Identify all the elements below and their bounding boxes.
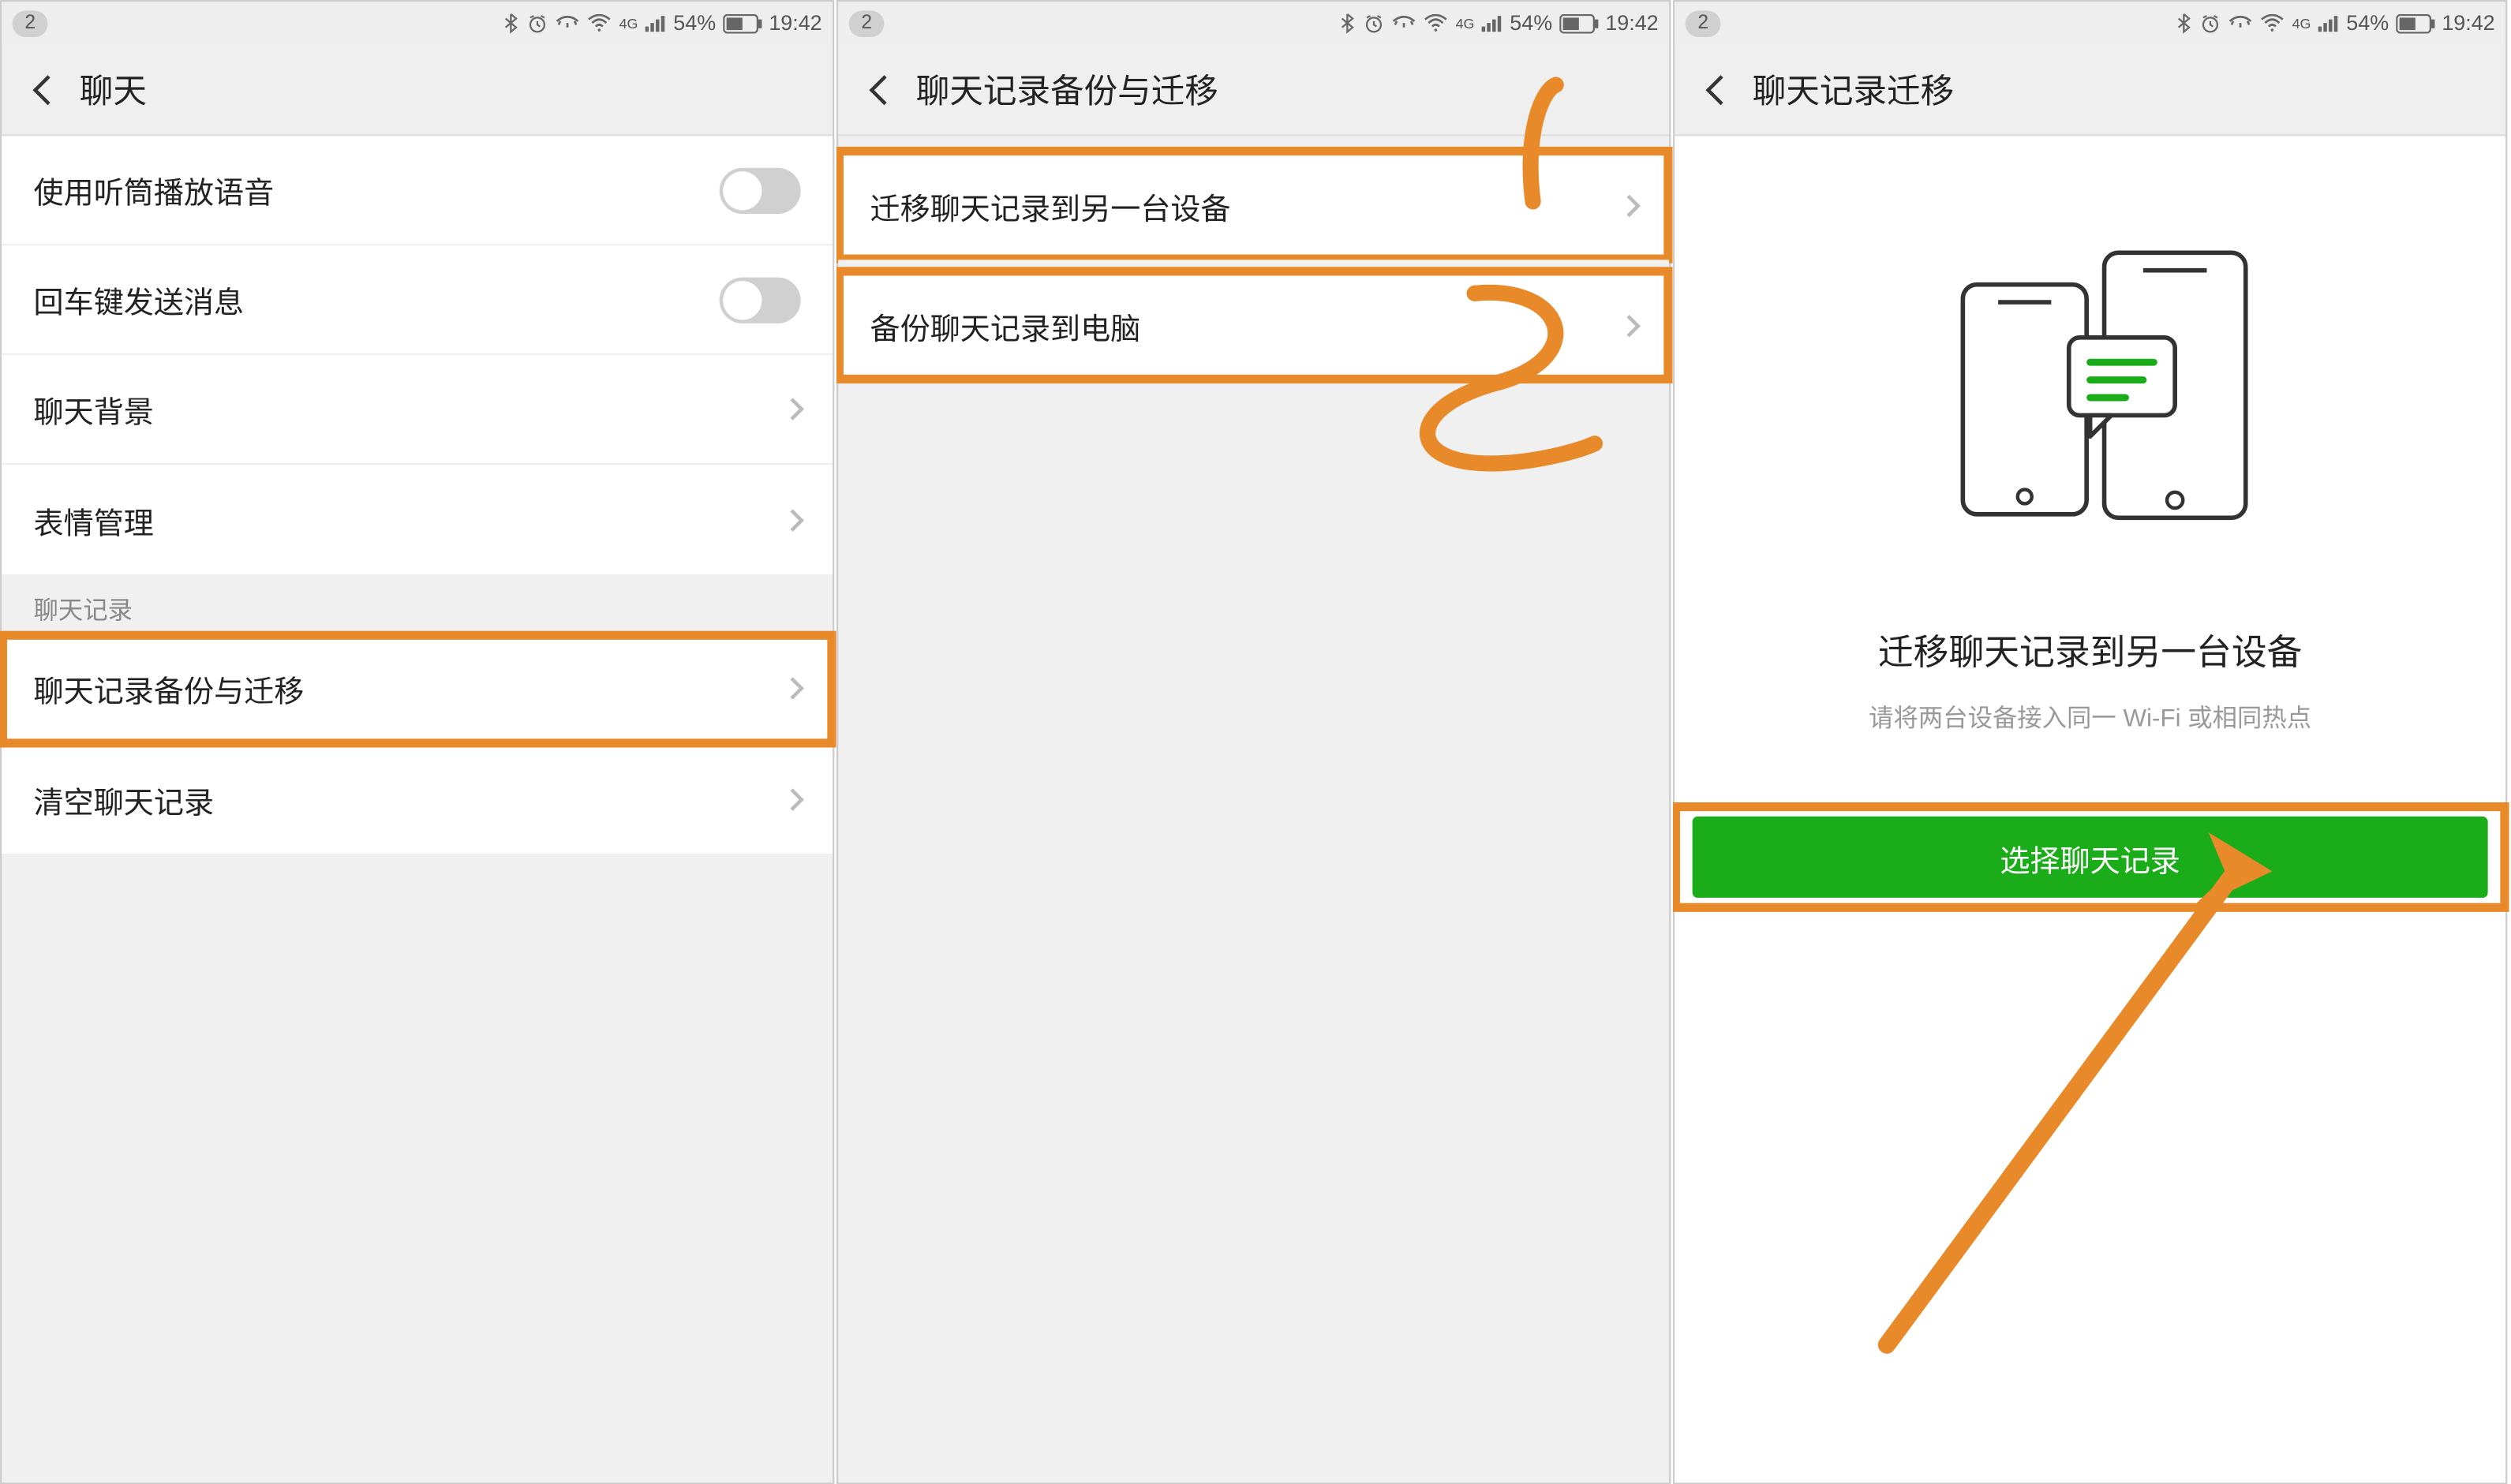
row-label: 聊天记录备份与迁移	[34, 666, 305, 710]
status-bar: 2 4G 54% 19:42	[1675, 2, 2505, 44]
row-label: 表情管理	[34, 498, 154, 542]
section-header-chat-history: 聊天记录	[2, 574, 833, 634]
row-backup-to-pc[interactable]: 备份聊天记录到电脑	[838, 271, 1669, 380]
page-title: 聊天	[80, 65, 147, 113]
battery-percent: 54%	[1510, 10, 1552, 35]
migrate-heading: 迁移聊天记录到另一台设备	[1878, 624, 2303, 675]
eye-care-icon	[1392, 14, 1416, 32]
row-label: 回车键发送消息	[34, 278, 245, 322]
battery-icon	[1559, 13, 1598, 33]
chevron-right-icon	[781, 508, 804, 531]
page-title: 聊天记录备份与迁移	[916, 65, 1218, 113]
back-button[interactable]	[1689, 54, 1753, 125]
row-clear-history[interactable]: 清空聊天记录	[2, 744, 833, 854]
bluetooth-icon	[1339, 13, 1357, 34]
screen-chat-settings: 2 4G 54% 19:42 聊天 使用听筒播放语音 回车键发送消息	[0, 0, 834, 1484]
battery-percent: 54%	[673, 10, 716, 35]
wifi-icon	[1424, 14, 1448, 32]
nav-header: 聊天记录备份与迁移	[838, 44, 1669, 136]
row-backup-migrate[interactable]: 聊天记录备份与迁移	[2, 634, 833, 744]
signal-icon	[645, 14, 666, 32]
chevron-right-icon	[781, 787, 804, 810]
row-earpiece-playback[interactable]: 使用听筒播放语音	[2, 136, 833, 245]
row-label: 使用听筒播放语音	[34, 168, 275, 212]
status-bar: 2 4G 54% 19:42	[2, 2, 833, 44]
clock-time: 19:42	[1605, 10, 1658, 35]
signal-icon	[2318, 14, 2339, 32]
battery-percent: 54%	[2346, 10, 2389, 35]
bluetooth-icon	[503, 13, 520, 34]
clock-time: 19:42	[2442, 10, 2494, 35]
wifi-icon	[587, 14, 612, 32]
chevron-left-icon	[869, 74, 899, 104]
chevron-left-icon	[32, 74, 62, 104]
nav-header: 聊天记录迁移	[1675, 44, 2505, 136]
battery-icon	[723, 13, 762, 33]
two-phones-transfer-icon	[1914, 235, 2267, 536]
alarm-icon	[1364, 13, 1385, 34]
notification-count-badge: 2	[849, 9, 885, 36]
network-type: 4G	[2292, 15, 2311, 31]
chevron-right-icon	[781, 398, 804, 421]
eye-care-icon	[2228, 14, 2253, 32]
row-sticker-management[interactable]: 表情管理	[2, 465, 833, 574]
row-enter-send[interactable]: 回车键发送消息	[2, 245, 833, 355]
clock-time: 19:42	[769, 10, 821, 35]
chevron-right-icon	[1618, 194, 1641, 217]
network-type: 4G	[1456, 15, 1475, 31]
battery-icon	[2396, 13, 2434, 33]
row-label: 清空聊天记录	[34, 776, 214, 820]
notification-count-badge: 2	[13, 9, 48, 36]
screen-backup-migrate: 2 4G 54% 19:42 聊天记录备份与迁移 迁移聊天记录到另一台设备	[836, 0, 1671, 1484]
back-button[interactable]	[16, 54, 80, 125]
row-chat-background[interactable]: 聊天背景	[2, 355, 833, 465]
nav-header: 聊天	[2, 44, 833, 136]
row-label: 备份聊天记录到电脑	[870, 303, 1141, 347]
bluetooth-icon	[2176, 13, 2193, 34]
row-migrate-to-device[interactable]: 迁移聊天记录到另一台设备	[838, 150, 1669, 260]
status-bar: 2 4G 54% 19:42	[838, 2, 1669, 44]
row-label: 迁移聊天记录到另一台设备	[870, 183, 1231, 227]
back-button[interactable]	[852, 54, 916, 125]
alarm-icon	[2200, 13, 2221, 34]
chevron-left-icon	[1705, 74, 1735, 104]
chevron-right-icon	[1618, 314, 1641, 337]
alarm-icon	[527, 13, 548, 34]
wifi-icon	[2260, 14, 2285, 32]
network-type: 4G	[619, 15, 638, 31]
notification-count-badge: 2	[1686, 9, 1721, 36]
page-title: 聊天记录迁移	[1753, 65, 1954, 113]
toggle-switch[interactable]	[720, 277, 801, 323]
select-chat-button-highlight: 选择聊天记录	[1675, 806, 2505, 908]
signal-icon	[1481, 14, 1502, 32]
chevron-right-icon	[781, 677, 804, 700]
select-chat-button[interactable]: 选择聊天记录	[1693, 817, 2488, 898]
migrate-subtitle: 请将两台设备接入同一 Wi-Fi 或相同热点	[1869, 700, 2311, 735]
toggle-switch[interactable]	[720, 167, 801, 213]
row-label: 聊天背景	[34, 387, 154, 432]
screen-migrate-history: 2 4G 54% 19:42 聊天记录迁移	[1673, 0, 2507, 1484]
eye-care-icon	[556, 14, 580, 32]
